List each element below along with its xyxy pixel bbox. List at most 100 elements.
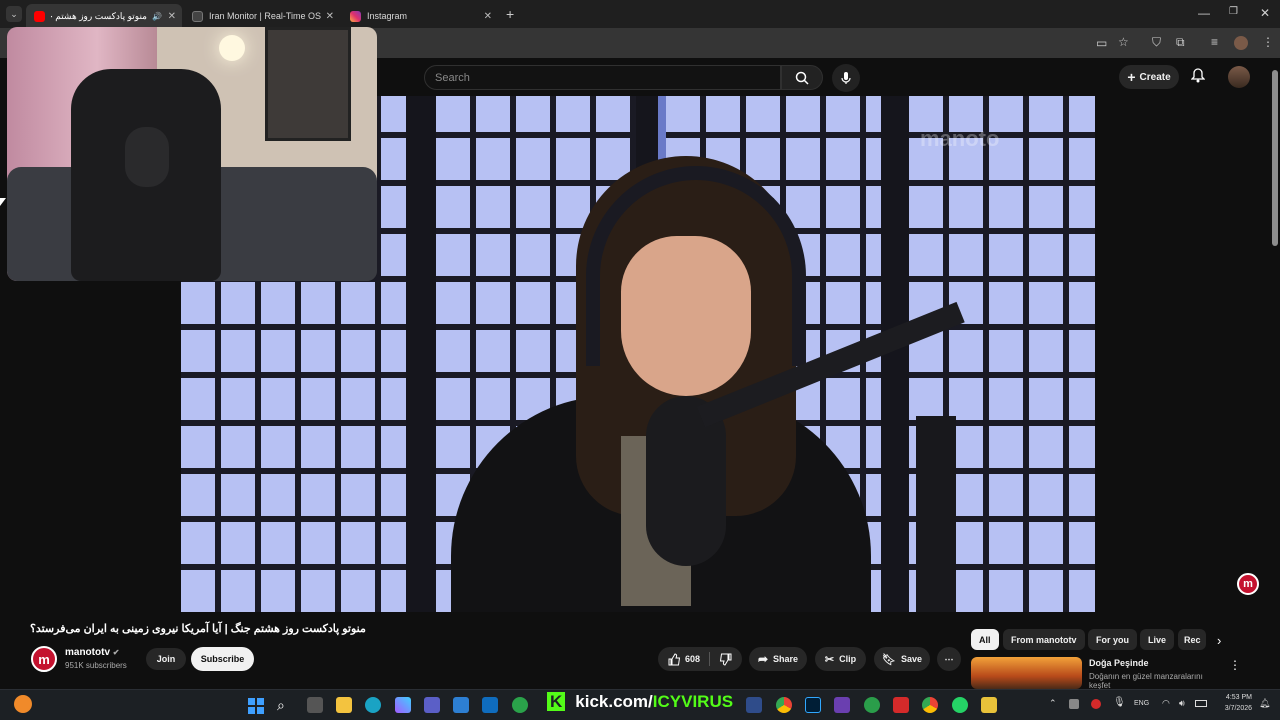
search-input[interactable]: Search [424, 65, 781, 90]
app-icon[interactable] [453, 697, 469, 713]
plus-icon: + [1127, 69, 1136, 85]
cast-icon[interactable]: ▭ [1096, 36, 1107, 50]
recommendation-menu-icon[interactable]: ⋮ [1229, 658, 1241, 672]
tab-title: Iran Monitor | Real-Time OSINT [209, 11, 321, 21]
more-icon: ⋯ [944, 653, 954, 664]
edge-icon[interactable] [365, 697, 381, 713]
close-tab-icon[interactable]: ✕ [326, 11, 334, 22]
whatsapp-icon[interactable] [952, 697, 968, 713]
thumbs-down-icon[interactable] [719, 653, 732, 666]
volume-icon[interactable]: 🔊︎ [1179, 698, 1185, 709]
channel-avatar[interactable]: m [31, 646, 57, 672]
shield-icon[interactable]: ⛉ [1152, 35, 1161, 50]
search-icon[interactable]: ⌕ [277, 697, 285, 714]
extensions-icon[interactable]: ⧉ [1176, 35, 1185, 50]
chrome-icon[interactable] [776, 697, 792, 713]
verified-badge-icon: ✔ [112, 648, 120, 657]
share-label: Share [773, 654, 799, 664]
chip-recent[interactable]: Rec [1178, 629, 1206, 650]
tab-iran-monitor[interactable]: Iran Monitor | Real-Time OSINT ✕ [184, 4, 340, 28]
like-count: 608 [684, 654, 701, 664]
iran-monitor-favicon-icon [192, 10, 203, 22]
tab-search-dropdown[interactable]: ⌄ [6, 6, 22, 22]
wifi-icon[interactable]: ◠ [1162, 698, 1170, 709]
rec-desc-line1: Doğanın en güzel manzaralarını [1089, 672, 1203, 681]
tab-title: Instagram [367, 11, 408, 21]
user-avatar[interactable] [1228, 66, 1250, 88]
app-icon[interactable] [834, 697, 850, 713]
microphone-icon [841, 72, 851, 84]
subscriber-count: 951K subscribers [65, 661, 127, 670]
create-button[interactable]: + Create [1119, 65, 1179, 89]
save-button[interactable]: 🔖︎ Save [874, 647, 930, 671]
chrome-active-icon[interactable] [922, 697, 938, 713]
join-button[interactable]: Join [146, 648, 186, 670]
voice-search-button[interactable] [832, 64, 860, 92]
app-icon[interactable] [746, 697, 762, 713]
tray-chevron-icon[interactable]: ⌃ [1049, 698, 1057, 709]
teams-icon[interactable] [424, 697, 440, 713]
kick-logo-icon: K [547, 692, 566, 711]
search-button[interactable] [781, 65, 823, 90]
share-button[interactable]: ➦ Share [749, 647, 807, 671]
app-icon[interactable] [512, 697, 528, 713]
create-label: Create [1139, 71, 1171, 83]
task-view-icon[interactable] [307, 697, 323, 713]
restore-icon[interactable]: ❐ [1229, 6, 1238, 17]
app-icon[interactable] [981, 697, 997, 713]
file-explorer-icon[interactable] [336, 697, 352, 713]
clock-date[interactable]: 3/7/2026 [1218, 705, 1252, 712]
bookmark-star-icon[interactable]: ☆ [1118, 35, 1129, 49]
audio-icon[interactable]: 🔊 [152, 12, 162, 21]
close-tab-icon[interactable]: ✕ [484, 11, 492, 22]
tab-instagram[interactable]: Instagram ✕ [342, 4, 498, 28]
windows-start-icon[interactable] [248, 698, 264, 714]
app-icon[interactable] [864, 697, 880, 713]
close-window-icon[interactable]: ✕ [1260, 6, 1270, 20]
tray-mic-icon[interactable]: 🎙︎ [1113, 697, 1126, 708]
video-title: منوتو پادکست روز هشتم جنگ | آیا آمریکا ن… [30, 623, 366, 635]
outlook-icon[interactable] [482, 697, 498, 713]
mouse-cursor-icon [0, 198, 6, 206]
tray-app-icon[interactable] [1091, 699, 1101, 709]
floating-channel-badge[interactable]: m [1237, 573, 1259, 595]
chip-all[interactable]: All [971, 629, 999, 650]
chevron-right-icon[interactable]: › [1217, 633, 1221, 648]
photoshop-icon[interactable] [805, 697, 821, 713]
clip-label: Clip [839, 654, 857, 664]
notifications-bell-icon[interactable] [1190, 68, 1206, 86]
media-control-icon[interactable]: ≡ [1211, 35, 1218, 49]
profile-avatar[interactable] [1234, 36, 1248, 50]
minimize-icon[interactable]: — [1198, 6, 1210, 20]
page-scrollbar[interactable] [1272, 70, 1278, 246]
tray-app-icon[interactable] [1069, 699, 1079, 709]
chip-for-you[interactable]: For you [1088, 629, 1137, 650]
recommendation-description: Doğanın en güzel manzaralarını keşfet [1089, 672, 1203, 690]
app-icon[interactable] [893, 697, 909, 713]
more-actions-button[interactable]: ⋯ [937, 647, 961, 671]
clock-time[interactable]: 4:53 PM [1222, 694, 1252, 701]
recommendation-thumbnail[interactable] [971, 657, 1082, 689]
like-button[interactable]: 608 [668, 652, 701, 666]
copilot-icon[interactable] [395, 697, 411, 713]
new-tab-button[interactable]: + [506, 6, 514, 22]
chip-live[interactable]: Live [1140, 629, 1175, 650]
widgets-icon[interactable] [14, 695, 32, 713]
clip-button[interactable]: ✂ Clip [815, 647, 866, 671]
wall-picture [265, 27, 351, 141]
kick-url-prefix: kick.com/ [575, 692, 653, 711]
subscribe-button[interactable]: Subscribe [191, 647, 254, 671]
tab-title: منوتو پادکست روز هشتم جنگ [51, 10, 147, 21]
channel-name[interactable]: manototv ✔ [65, 647, 119, 658]
recommendation-title[interactable]: Doğa Peşinde [1089, 658, 1149, 668]
webcam-overlay [7, 27, 377, 281]
menu-icon[interactable]: ⋮ [1262, 35, 1274, 49]
tab-youtube[interactable]: منوتو پادکست روز هشتم جنگ 🔊 ✕ [26, 4, 182, 28]
language-indicator[interactable]: ENG [1134, 700, 1149, 707]
chip-from-channel[interactable]: From manototv [1003, 629, 1085, 650]
search-icon [795, 71, 809, 85]
notification-bell-icon[interactable]: 🔔︎ [1259, 698, 1270, 709]
close-tab-icon[interactable]: ✕ [168, 11, 176, 22]
battery-icon[interactable] [1195, 700, 1207, 707]
kick-stream-overlay: Kkick.com/ICYVIRUS [547, 692, 733, 712]
